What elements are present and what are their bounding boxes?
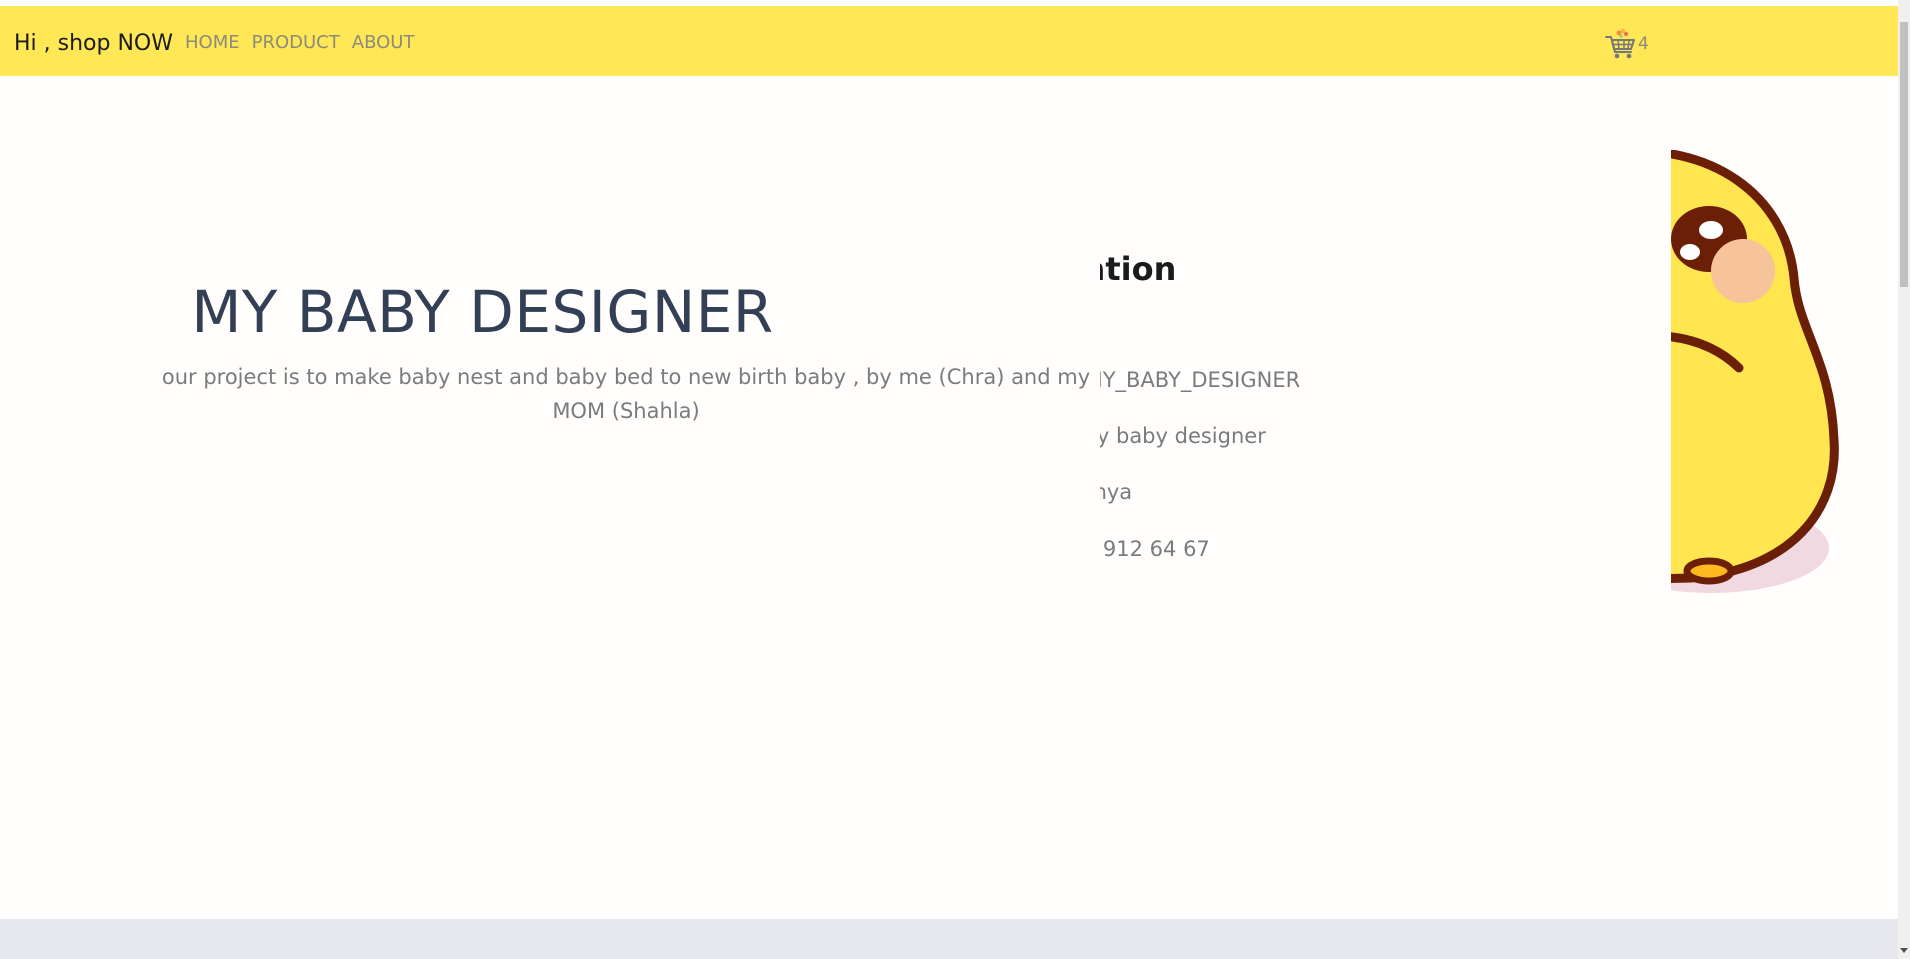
nav-link-about[interactable]: ABOUT — [352, 32, 415, 53]
scroll-down-arrow-icon[interactable] — [1900, 948, 1908, 953]
cart-count-badge: 4 — [1638, 34, 1649, 54]
cart-button[interactable]: 4 — [1604, 27, 1649, 61]
info-phone: Phone: 0750 912 64 67 — [1100, 537, 1210, 561]
brand-link[interactable]: Hi , shop NOW — [14, 31, 173, 56]
navbar: Hi , shop NOW HOME PRODUCT ABOUT 4 — [0, 6, 1898, 76]
info-panel: Information Instagram: MY_BABY_DESIGNER … — [1100, 230, 1670, 630]
info-facebook: Facebook: my baby designer — [1100, 424, 1266, 448]
info-instagram: Instagram: MY_BABY_DESIGNER — [1100, 368, 1301, 392]
scrollbar-thumb[interactable] — [1900, 22, 1908, 287]
vertical-scrollbar[interactable] — [1898, 0, 1910, 959]
page: Hi , shop NOW HOME PRODUCT ABOUT 4 MY BA… — [0, 0, 1910, 959]
info-heading: Information — [1100, 250, 1177, 288]
nav-link-home[interactable]: HOME — [185, 32, 240, 53]
chick-mascot-image — [1671, 150, 1841, 620]
hero-description: our project is to make baby nest and bab… — [161, 365, 1091, 423]
nav-link-product[interactable]: PRODUCT — [252, 32, 340, 53]
shopping-cart-icon — [1604, 27, 1638, 61]
footer-band — [0, 919, 1898, 959]
hero-title: MY BABY DESIGNER — [191, 278, 774, 346]
nav-links: HOME PRODUCT ABOUT — [185, 32, 414, 53]
info-location: Location: Ranya — [1100, 480, 1133, 504]
